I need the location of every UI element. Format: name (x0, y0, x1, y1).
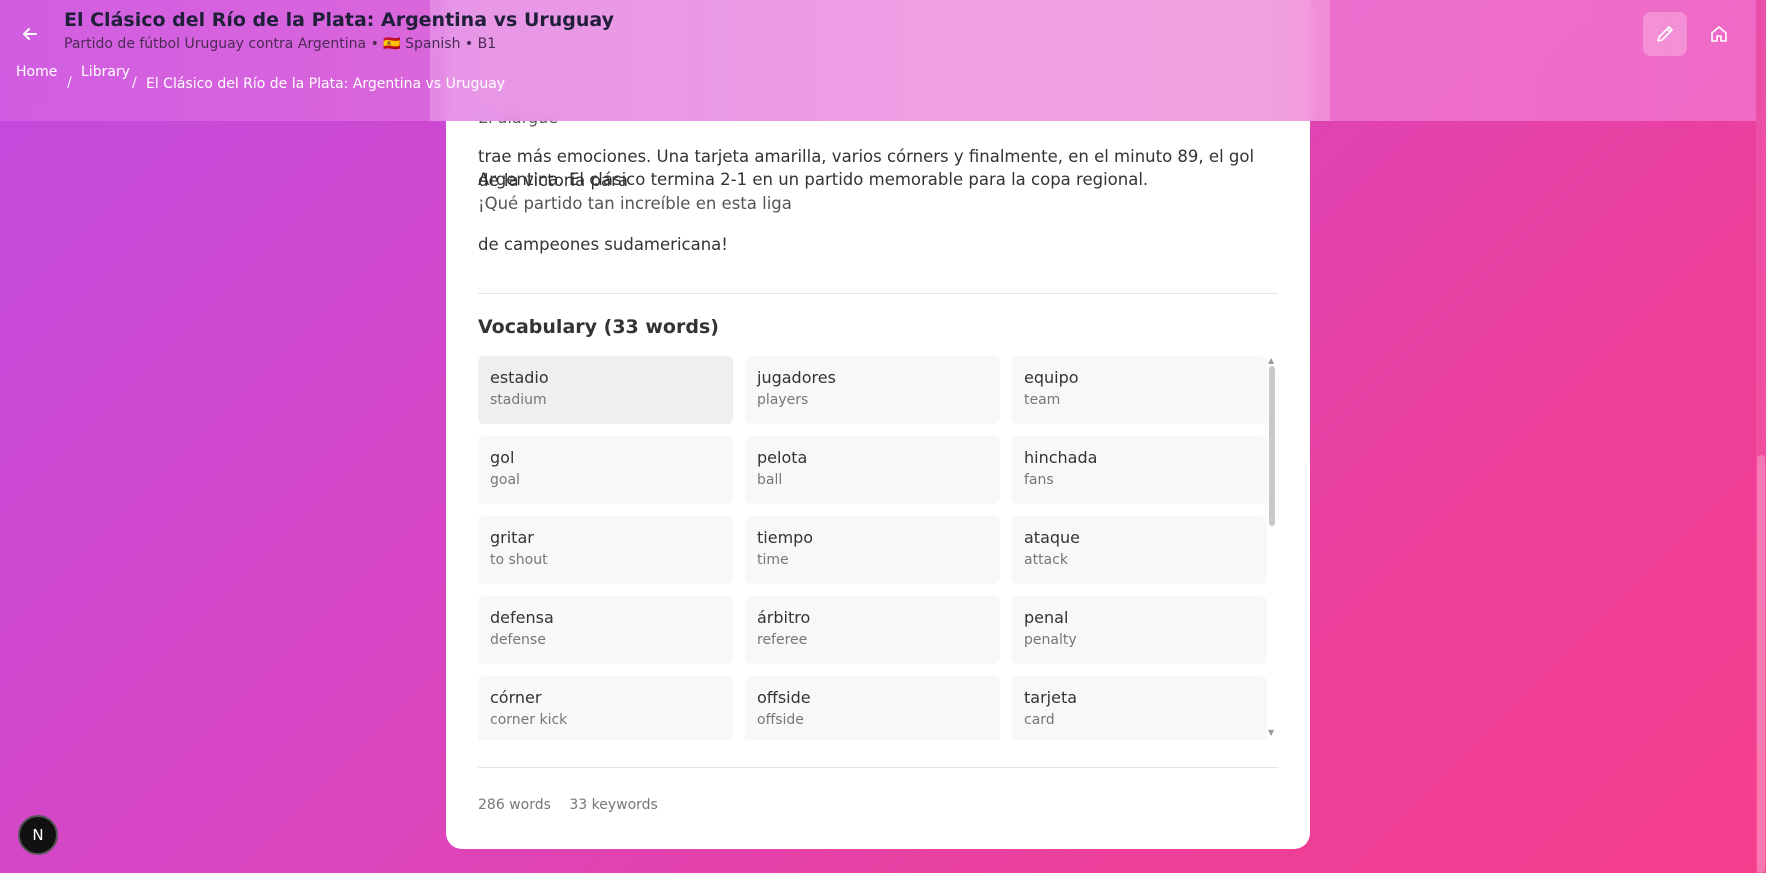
scroll-up-arrow-icon[interactable]: ▲ (1268, 356, 1274, 365)
vocabulary-word: gol (490, 448, 515, 467)
vocabulary-card[interactable]: árbitro referee (745, 596, 1000, 664)
arrow-left-icon (23, 28, 37, 40)
vocabulary-scrollbar-thumb[interactable] (1269, 366, 1275, 526)
vocabulary-translation: stadium (490, 392, 547, 408)
vocabulary-translation: attack (1024, 552, 1068, 568)
vocabulary-card[interactable]: defensa defense (478, 596, 733, 664)
vocabulary-word: penal (1024, 608, 1069, 627)
story-line-3: ¡Qué partido tan increíble en esta liga (478, 194, 792, 213)
vocabulary-card[interactable]: estadio stadium (478, 356, 733, 424)
vocabulary-translation: ball (757, 472, 783, 488)
word-count: 286 words (478, 797, 551, 813)
vocabulary-word: tarjeta (1024, 688, 1078, 707)
vocabulary-word: estadio (490, 368, 549, 387)
vocabulary-word: defensa (490, 608, 554, 627)
vocabulary-card[interactable]: hinchada fans (1012, 436, 1267, 504)
vocabulary-word: pelota (757, 448, 808, 467)
vocabulary-word: árbitro (757, 608, 811, 627)
vocabulary-card[interactable]: pelota ball (745, 436, 1000, 504)
vocabulary-card[interactable]: ataque attack (1012, 516, 1267, 584)
vocabulary-translation: referee (757, 632, 808, 648)
vocabulary-card[interactable]: jugadores players (745, 356, 1000, 424)
vocabulary-word: equipo (1024, 368, 1079, 387)
vocabulary-translation: offside (757, 712, 804, 728)
vocabulary-title: Vocabulary (33 words) (478, 316, 719, 338)
avatar[interactable]: N (18, 815, 58, 855)
vocabulary-translation: goal (490, 472, 520, 488)
vocabulary-translation: fans (1024, 472, 1054, 488)
vocabulary-word: córner (490, 688, 542, 707)
divider (478, 293, 1278, 294)
vocabulary-word: gritar (490, 528, 534, 547)
scroll-down-arrow-icon[interactable]: ▼ (1268, 728, 1274, 737)
breadcrumb-library[interactable]: Library (81, 64, 130, 80)
breadcrumb-separator: / (67, 75, 72, 91)
divider (478, 767, 1278, 768)
story-paragraph-2: de campeones sudamericana! (478, 235, 728, 254)
vocabulary-word: offside (757, 688, 811, 707)
top-header: El Clásico del Río de la Plata: Argentin… (0, 0, 1756, 121)
vocabulary-card[interactable]: penal penalty (1012, 596, 1267, 664)
back-button[interactable] (14, 18, 46, 50)
page-title: El Clásico del Río de la Plata: Argentin… (64, 9, 615, 31)
vocabulary-card[interactable]: tiempo time (745, 516, 1000, 584)
vocabulary-card[interactable]: córner corner kick (478, 676, 733, 740)
vocabulary-translation: defense (490, 632, 546, 648)
story-line-2: Argentina. El clásico termina 2-1 en un … (478, 170, 1149, 189)
vocabulary-word: jugadores (757, 368, 836, 387)
vocabulary-word: ataque (1024, 528, 1081, 547)
vocabulary-word: hinchada (1024, 448, 1098, 467)
vocabulary-translation: players (757, 392, 809, 408)
story-stats: 286 words 33 keywords (478, 797, 672, 813)
vocabulary-card[interactable]: tarjeta card (1012, 676, 1267, 740)
home-button[interactable] (1697, 12, 1741, 56)
vocabulary-card[interactable]: offside offside (745, 676, 1000, 740)
page-subtitle: Partido de fútbol Uruguay contra Argenti… (64, 36, 497, 52)
vocabulary-card[interactable]: equipo team (1012, 356, 1267, 424)
pencil-icon (1657, 26, 1673, 42)
home-icon (1711, 26, 1727, 42)
keyword-count: 33 keywords (569, 797, 658, 813)
vocabulary-grid[interactable]: estadio stadium jugadores players equipo team… (478, 356, 1278, 740)
vocabulary-word: tiempo (757, 528, 814, 547)
breadcrumb-current: El Clásico del Río de la Plata: Argentin… (146, 76, 506, 92)
breadcrumb-separator: / (132, 75, 137, 91)
edit-button[interactable] (1643, 12, 1687, 56)
vocabulary-translation: corner kick (490, 712, 568, 728)
breadcrumb-home[interactable]: Home (16, 64, 57, 80)
vocabulary-card[interactable]: gritar to shout (478, 516, 733, 584)
vocabulary-translation: to shout (490, 552, 548, 568)
vocabulary-translation: penalty (1024, 632, 1077, 648)
vocabulary-card[interactable]: gol goal (478, 436, 733, 504)
vocabulary-translation: time (757, 552, 789, 568)
vocabulary-translation: team (1024, 392, 1061, 408)
vocabulary-translation: card (1024, 712, 1055, 728)
page-scrollbar-thumb[interactable] (1757, 455, 1765, 873)
